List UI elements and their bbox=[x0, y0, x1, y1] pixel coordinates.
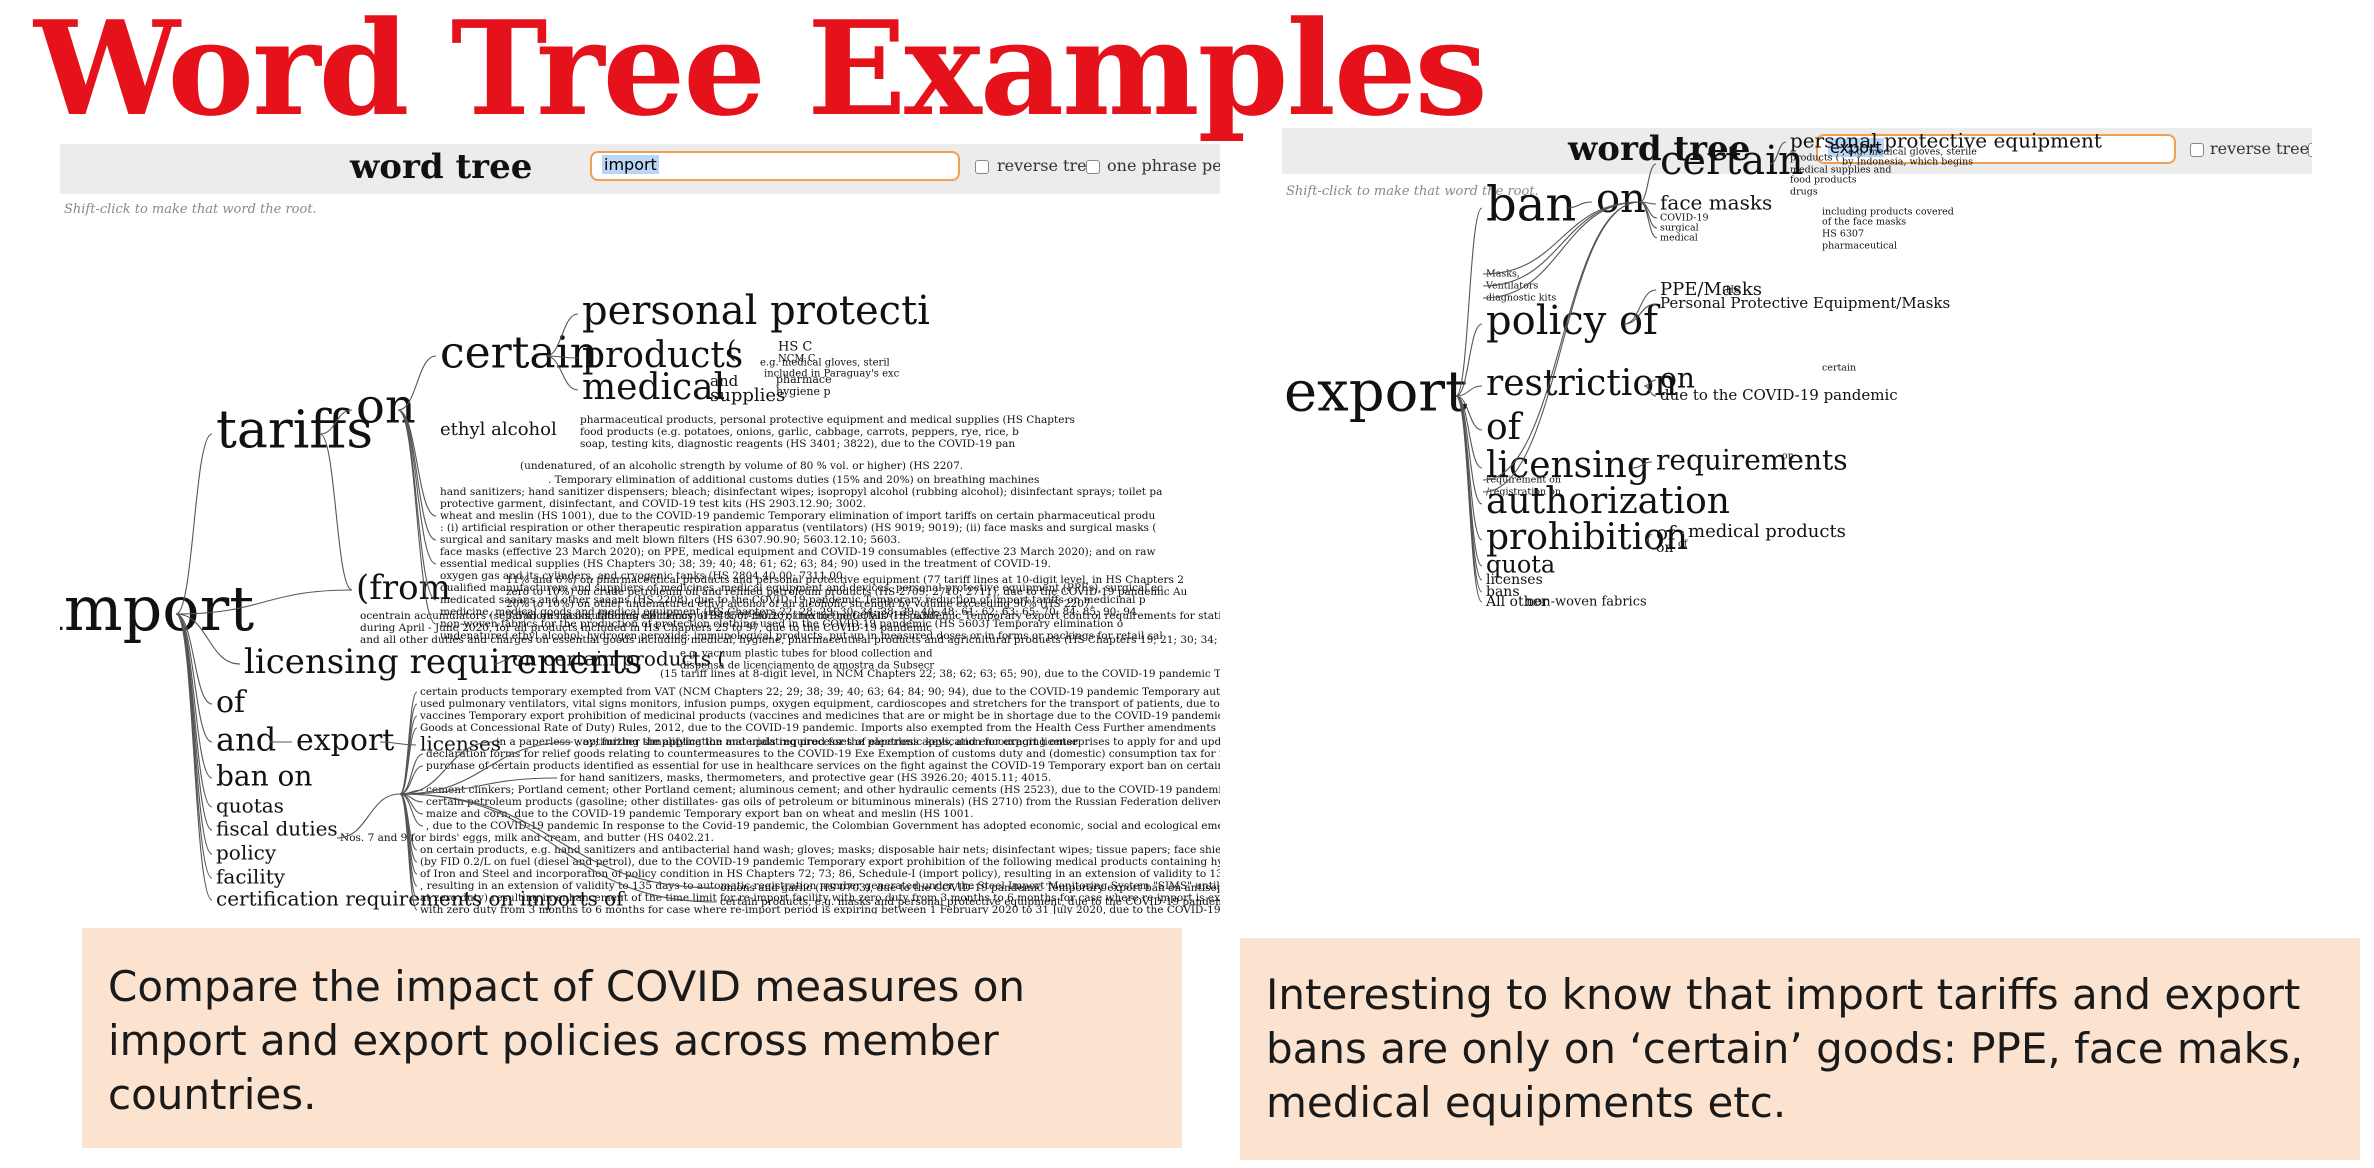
tree-leaf-phrase[interactable]: certain petroleum products (gasoline; ot… bbox=[426, 796, 1220, 808]
comment-text: Compare the impact of COVID measures on … bbox=[108, 962, 1026, 1119]
branch-connector bbox=[175, 613, 213, 879]
tree-phrase[interactable]: pharmaceutical bbox=[1822, 241, 1897, 252]
tree-leaf-phrase[interactable]: 20% to 10%) on other undenatured ethyl a… bbox=[506, 598, 1094, 610]
tree-leaf-phrase[interactable]: protective garment, disinfectant, and CO… bbox=[440, 498, 866, 510]
tree-phrase[interactable]: ethyl alcohol bbox=[440, 419, 557, 440]
tree-branch-word[interactable]: on bbox=[1656, 540, 1673, 556]
tree-leaf-phrase[interactable]: (by FID 0.2/L on fuel (diesel and petrol… bbox=[420, 856, 1220, 868]
tree-branch-word[interactable]: face masks bbox=[1660, 191, 1772, 215]
tree-leaf-phrase[interactable]: : (i) artificial respiration or other th… bbox=[440, 522, 1156, 534]
branch-connector bbox=[175, 613, 213, 855]
tree-leaf-phrase[interactable]: ocentrain accumulators (separadores acum… bbox=[360, 610, 1220, 622]
tree-phrase[interactable]: by Indonesia, which begins bbox=[1842, 157, 1973, 168]
tree-leaf-phrase[interactable]: certain products temporary exempted from… bbox=[420, 686, 1220, 698]
tree-phrase[interactable]: on bbox=[1782, 451, 1794, 462]
tree-leaf-phrase[interactable]: hand sanitizers; hand sanitizer dispense… bbox=[440, 486, 1162, 498]
tree-branch-word[interactable]: policy bbox=[216, 841, 277, 865]
tree-leaf-phrase[interactable]: declaration forms for relief goods relat… bbox=[426, 748, 1220, 760]
branch-connector bbox=[175, 613, 213, 831]
tree-branch-word[interactable]: Personal Protective Equipment/Masks bbox=[1660, 294, 1950, 312]
tree-branch-word[interactable]: medical products bbox=[1688, 521, 1846, 542]
tree-leaf-phrase[interactable]: zero to 10%) on crude petroleum oil and … bbox=[506, 586, 1188, 598]
tree-phrase[interactable]: e.g. medical gloves, steril bbox=[760, 358, 890, 369]
tree-leaf-phrase[interactable]: wheat and meslin (HS 1001), due to the C… bbox=[440, 510, 1155, 522]
tree-leaf-phrase[interactable]: Nos. 7 and 9 for birds' eggs, milk and c… bbox=[340, 832, 714, 844]
tree-leaf-phrase[interactable]: . Temporary elimination of additional cu… bbox=[548, 474, 1039, 486]
tree-phrase[interactable]: HS 6307 bbox=[1822, 229, 1864, 240]
tree-branch-word[interactable]: ban bbox=[1486, 177, 1576, 233]
word-tree-import: importtariffsoncertainpersonal protectip… bbox=[60, 288, 1220, 914]
tree-branch-word[interactable]: tariffs bbox=[216, 401, 373, 461]
comment-box-right: Interesting to know that import tariffs … bbox=[1240, 938, 2360, 1160]
tree-branch-word[interactable]: (from bbox=[356, 568, 451, 608]
tree-leaf-phrase[interactable]: during April - June 2020, for all produc… bbox=[360, 622, 932, 634]
tree-branch-word[interactable]: due to the COVID-19 pandemic bbox=[1660, 386, 1898, 404]
tree-root-word[interactable]: export bbox=[1284, 360, 1468, 425]
comment-text: Interesting to know that import tariffs … bbox=[1266, 970, 2304, 1127]
tree-phrase[interactable]: medical bbox=[1660, 233, 1698, 244]
comment-box-left: Compare the impact of COVID measures on … bbox=[82, 928, 1182, 1148]
tree-branch-word[interactable]: fiscal duties bbox=[216, 817, 338, 841]
tree-branch-word[interactable]: restriction bbox=[1486, 363, 1677, 404]
tree-phrase[interactable]: hygiene p bbox=[776, 385, 831, 398]
tree-phrase[interactable]: products ( bbox=[1790, 153, 1840, 164]
tree-branch-word[interactable]: requirements bbox=[1656, 444, 1848, 477]
tree-branch-word[interactable]: ban on bbox=[216, 760, 312, 793]
tree-branch-word[interactable]: quotas bbox=[216, 794, 284, 818]
tree-phrase[interactable]: food products bbox=[1790, 175, 1857, 186]
tree-branch-word[interactable]: of bbox=[216, 685, 247, 720]
tree-leaf-phrase[interactable]: (15 tariff lines at 8-digit level, in NC… bbox=[660, 668, 1220, 680]
tree-phrase[interactable]: drugs bbox=[1790, 187, 1818, 198]
tree-root-word[interactable]: import bbox=[60, 572, 254, 645]
tree-leaf-phrase[interactable]: , due to the COVID-19 pandemic In respon… bbox=[426, 820, 1220, 832]
word-tree-export: exportban oncertainpersonal protective eq… bbox=[1284, 129, 2102, 611]
tree-leaf-phrase[interactable]: vaccines Temporary export prohibition of… bbox=[419, 710, 1220, 722]
tree-leaf-phrase[interactable]: for hand sanitizers, masks, thermometers… bbox=[560, 772, 1051, 784]
tree-leaf-phrase[interactable]: (undenatured, of an alcoholic strength b… bbox=[520, 460, 963, 472]
tree-leaf-phrase[interactable]: used pulmonary ventilators, vital signs … bbox=[420, 698, 1220, 710]
tree-leaf-phrase[interactable]: and all other duties and charges on esse… bbox=[360, 634, 1220, 646]
tree-branch-word[interactable]: certain bbox=[440, 328, 598, 379]
tree-leaf-phrase[interactable]: of Iron and Steel and incorporation of p… bbox=[420, 868, 1220, 880]
tree-phrase[interactable]: certain bbox=[1822, 363, 1856, 374]
tree-branch-word[interactable]: on bbox=[1596, 176, 1646, 222]
tree-phrase[interactable]: of the face masks bbox=[1822, 217, 1906, 228]
tree-phrase[interactable]: ( bbox=[727, 336, 736, 364]
tree-branch-word[interactable]: and bbox=[216, 721, 276, 759]
tree-phrase[interactable]: diagnostic kits bbox=[1486, 293, 1556, 304]
tree-phrase[interactable]: of bbox=[1678, 539, 1689, 550]
word-tree-panel-export: word tree export reverse tree Shift-clic… bbox=[1282, 128, 2312, 918]
tree-branch-word[interactable]: export bbox=[296, 723, 394, 758]
tree-branch-word[interactable]: facility bbox=[216, 865, 286, 889]
tree-leaf-phrase[interactable]: soap, testing kits, diagnostic reagents … bbox=[580, 438, 1015, 450]
tree-leaf-phrase[interactable]: on certain products, e.g. hand sanitizer… bbox=[420, 844, 1220, 856]
tree-leaf-phrase[interactable]: surgical and sanitary masks and melt blo… bbox=[440, 534, 900, 546]
tree-leaf-phrase[interactable]: 11% and 6%) on pharmaceutical products a… bbox=[506, 574, 1184, 586]
tree-leaf-phrase[interactable]: Goods at Concessional Rate of Duty) Rule… bbox=[420, 722, 1220, 734]
tree-phrase[interactable]: e.g. vacuum plastic tubes for blood coll… bbox=[680, 649, 933, 660]
tree-leaf-phrase[interactable]: cement clinkers; Portland cement; other … bbox=[426, 784, 1220, 796]
tree-phrase[interactable]: HS C bbox=[778, 340, 812, 355]
tree-leaf-phrase[interactable]: in a paperless way; further simplifying … bbox=[496, 736, 1078, 748]
tree-phrase[interactable]: supplies bbox=[710, 385, 785, 406]
tree-leaf-phrase[interactable]: certain products, e.g. masks and persona… bbox=[720, 896, 1220, 908]
tree-branch-word[interactable]: medical bbox=[582, 367, 725, 408]
tree-branch-word[interactable]: personal protecti bbox=[582, 288, 930, 334]
tree-leaf-phrase[interactable]: onions and garlic (HS 0703), due to the … bbox=[720, 882, 1220, 894]
tree-leaf-phrase[interactable]: essential medical supplies (HS Chapters … bbox=[440, 558, 1051, 570]
tree-phrase[interactable]: (HS bbox=[1722, 285, 1741, 296]
tree-leaf-phrase[interactable]: pharmaceutical products, personal protec… bbox=[580, 414, 1075, 426]
tree-leaf-phrase[interactable]: food products (e.g. potatoes, onions, ga… bbox=[580, 426, 1019, 438]
word-tree-panel-import: word tree import reverse tree one phrase… bbox=[60, 144, 1220, 914]
tree-leaf-phrase[interactable]: purchase of certain products identified … bbox=[426, 760, 1220, 772]
branch-connector bbox=[399, 703, 418, 795]
tree-branch-word[interactable]: of bbox=[1486, 407, 1524, 448]
tree-branch-word[interactable]: non-woven fabrics bbox=[1526, 595, 1647, 610]
tree-leaf-phrase[interactable]: face masks (effective 23 March 2020); on… bbox=[440, 546, 1155, 558]
slide-title: Word Tree Examples bbox=[34, 0, 1488, 145]
